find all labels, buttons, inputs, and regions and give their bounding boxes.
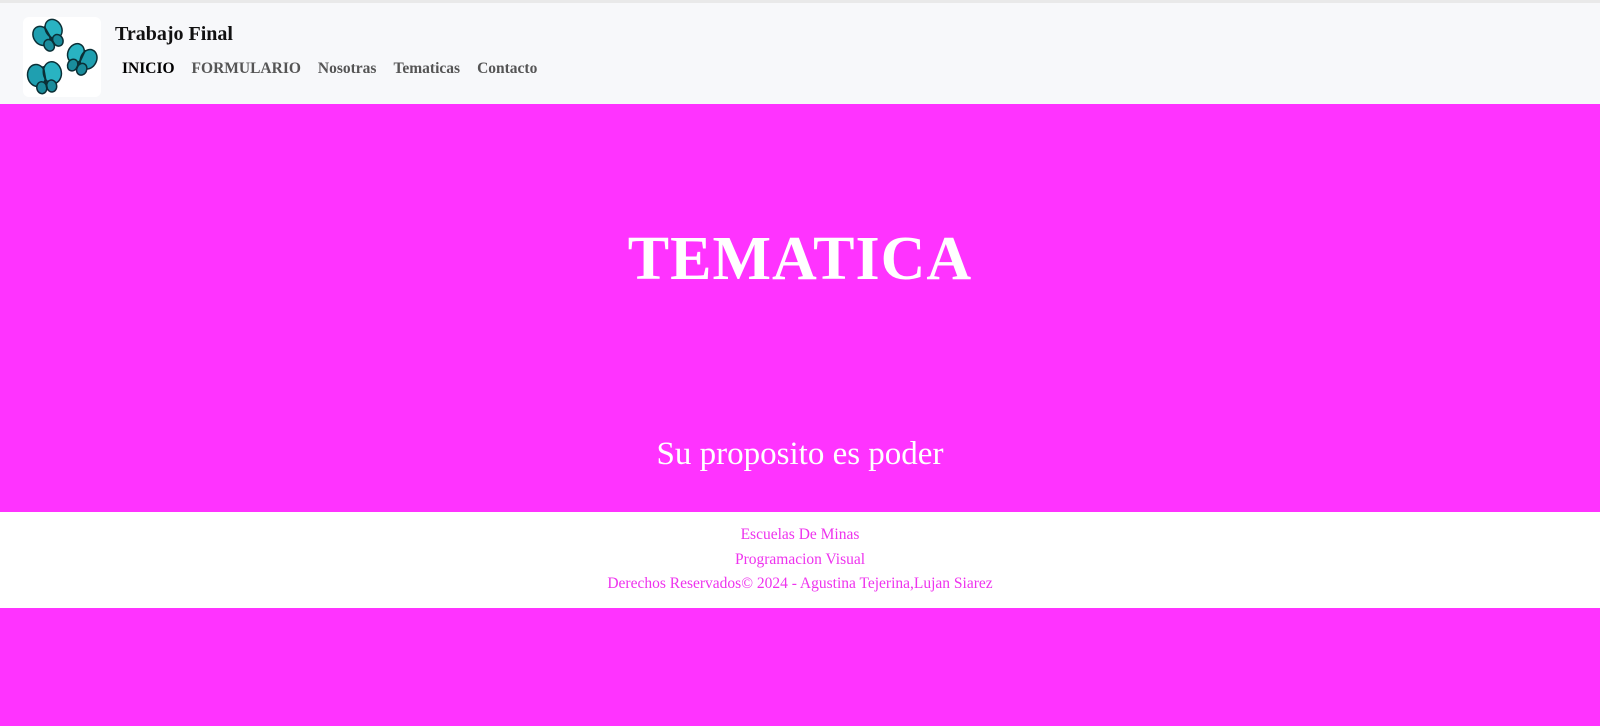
nav-link-tematicas[interactable]: Tematicas xyxy=(393,59,460,79)
nav-link-inicio[interactable]: INICIO xyxy=(122,59,175,79)
footer-course: Programacion Visual xyxy=(734,550,866,568)
footer-school: Escuelas De Minas xyxy=(740,526,860,543)
brand-title[interactable]: Trabajo Final xyxy=(115,21,233,47)
nav-menu: INICIO FORMULARIO Nosotras Tematicas Con… xyxy=(122,59,537,79)
navbar: Trabajo Final INICIO FORMULARIO Nosotras… xyxy=(0,3,1600,104)
bottom-background xyxy=(0,608,1600,726)
nav-link-contacto[interactable]: Contacto xyxy=(477,59,537,79)
hero-subtitle: Su proposito es poder xyxy=(656,436,944,472)
nav-link-formulario[interactable]: FORMULARIO xyxy=(192,59,301,79)
footer-copyright: Derechos Reservados© 2024 - Agustina Tej… xyxy=(607,575,993,592)
butterflies-logo-icon[interactable] xyxy=(23,17,101,97)
hero-section: TEMATICA Su proposito es poder xyxy=(0,104,1600,512)
footer: Escuelas De Minas Programacion Visual De… xyxy=(0,512,1600,608)
nav-link-nosotras[interactable]: Nosotras xyxy=(318,59,377,79)
hero-title: TEMATICA xyxy=(627,225,973,293)
